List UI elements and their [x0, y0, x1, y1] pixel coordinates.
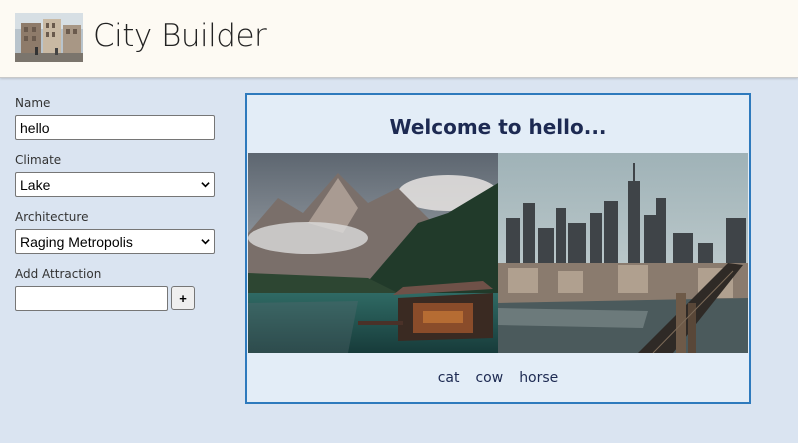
climate-select[interactable]: Lake [15, 172, 215, 197]
app-title: City Builder [93, 18, 267, 54]
architecture-image [498, 153, 748, 353]
climate-image [248, 153, 498, 353]
list-item: cow [475, 370, 504, 386]
logo-icon [15, 13, 83, 62]
add-attraction-button[interactable]: + [171, 286, 195, 310]
name-input[interactable] [15, 115, 215, 140]
climate-selected-value: Lake [20, 176, 51, 193]
list-item: cat [437, 370, 460, 386]
welcome-heading: Welcome to hello... [389, 115, 607, 139]
attractions-list: cat cow horse [247, 370, 749, 386]
chevron-down-icon [201, 239, 210, 245]
architecture-label: Architecture [15, 210, 89, 224]
attraction-input[interactable] [15, 286, 168, 311]
city-preview-card: Welcome to hello... cat cow horse [245, 93, 751, 404]
list-item: horse [519, 370, 559, 386]
app-header: City Builder [0, 0, 798, 78]
architecture-selected-value: Raging Metropolis [20, 233, 133, 250]
chevron-down-icon [201, 182, 210, 188]
attraction-label: Add Attraction [15, 267, 102, 281]
architecture-select[interactable]: Raging Metropolis [15, 229, 215, 254]
name-label: Name [15, 96, 51, 110]
climate-label: Climate [15, 153, 62, 167]
